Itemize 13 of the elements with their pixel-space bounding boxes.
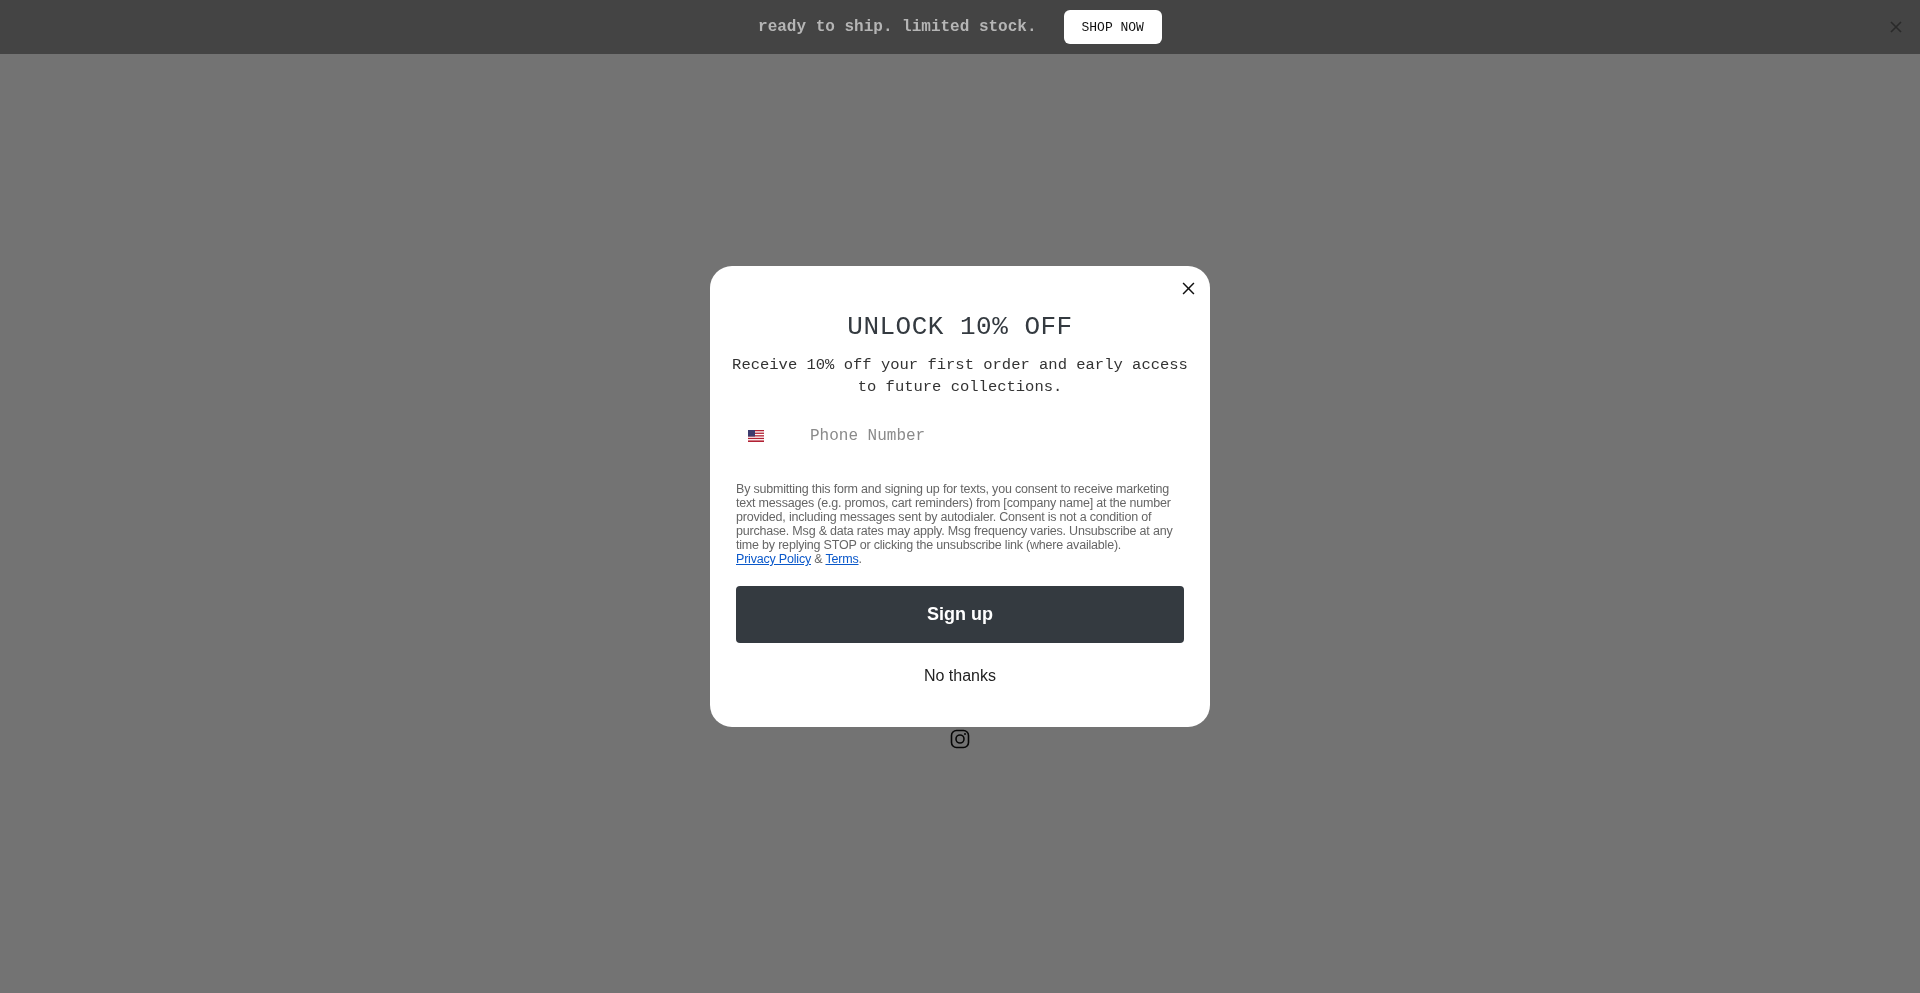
close-icon[interactable]	[1182, 282, 1195, 295]
popup-subtitle: Receive 10% off your first order and early access to future collections.	[731, 355, 1189, 398]
terms-link[interactable]: Terms	[825, 552, 859, 566]
phone-number-field[interactable]: Phone Number	[808, 426, 1184, 446]
camera-icon[interactable]	[950, 729, 970, 749]
announcement-text: ready to ship. limited stock.	[758, 18, 1037, 36]
no-thanks-button[interactable]: No thanks	[919, 657, 1000, 695]
privacy-policy-link[interactable]: Privacy Policy	[736, 552, 811, 566]
sign-up-button[interactable]: Sign up	[736, 586, 1184, 643]
flag-icon[interactable]	[748, 430, 764, 442]
shop-now-button[interactable]: SHOP NOW	[1063, 10, 1162, 44]
popup-title: UNLOCK 10% OFF	[846, 312, 1074, 342]
consent-text: By submitting this form and signing up for texts, you consent to receive marketing text messages (e.g. promos, cart reminders) from [company name] at the number provided, including messages sent by autodialer. Consent is not a condition of purchase. Msg & data rates may apply. Msg frequency varies. Unsubscribe at any time by replying STOP or clicking the unsubscribe link (where available). Privacy Policy & Terms.	[736, 482, 1174, 566]
